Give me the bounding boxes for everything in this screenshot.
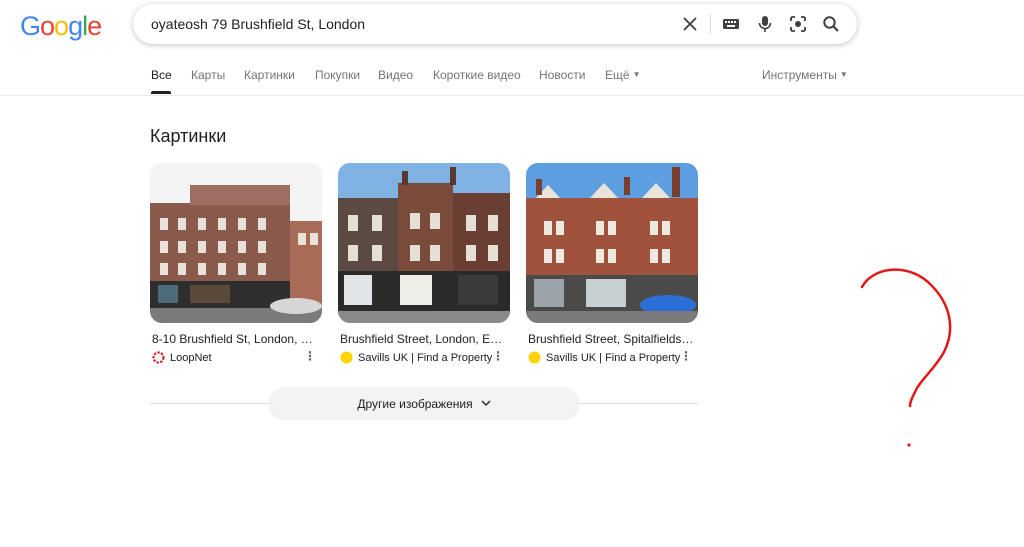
source-name: Savills UK | Find a Property [358, 351, 493, 364]
question-mark-annotation [860, 268, 952, 447]
tab-videos[interactable]: Видео [378, 68, 413, 82]
logo-letter: G [20, 11, 41, 41]
image-thumbnail[interactable] [150, 163, 322, 323]
logo-letter: g [68, 11, 83, 41]
tab-more-label: Ещё [605, 68, 630, 82]
image-thumbnail[interactable] [338, 163, 510, 323]
lens-icon[interactable] [788, 14, 808, 34]
more-images-button[interactable]: Другие изображения [268, 387, 580, 420]
keyboard-icon[interactable] [721, 14, 741, 34]
savills-icon [340, 351, 353, 364]
source-name: Savills UK | Find a Property [546, 351, 681, 364]
savills-icon [528, 351, 541, 364]
search-icon[interactable] [821, 14, 841, 34]
chevron-down-icon [481, 400, 491, 407]
image-card-source[interactable]: LoopNet ⋮ [150, 350, 322, 364]
tab-more[interactable]: Ещё ▼ [605, 68, 640, 82]
loopnet-icon [152, 351, 165, 364]
image-thumbnail[interactable] [526, 163, 698, 323]
microphone-icon[interactable] [755, 14, 775, 34]
tab-all[interactable]: Все [151, 68, 172, 82]
more-options-icon[interactable]: ⋮ [680, 350, 692, 362]
tab-maps[interactable]: Карты [191, 68, 225, 82]
logo-letter: o [40, 11, 55, 41]
image-card[interactable]: 8-10 Brushfield St, London, E... LoopNet… [150, 163, 322, 364]
more-images-label: Другие изображения [357, 396, 473, 411]
image-card-source[interactable]: Savills UK | Find a Property ⋮ [526, 350, 698, 364]
search-input[interactable]: oyateosh 79 Brushfield St, London [151, 16, 365, 32]
more-options-icon[interactable]: ⋮ [304, 350, 316, 362]
image-card-source[interactable]: Savills UK | Find a Property ⋮ [338, 350, 510, 364]
more-options-icon[interactable]: ⋮ [492, 350, 504, 362]
images-section-title: Картинки [150, 126, 227, 146]
search-box[interactable]: oyateosh 79 Brushfield St, London [133, 4, 857, 44]
image-card-title[interactable]: Brushfield Street, Spitalfields,... [526, 332, 694, 346]
source-name: LoopNet [170, 351, 212, 364]
image-card-title[interactable]: Brushfield Street, London, E1... [338, 332, 506, 346]
search-tabs: Все Карты Картинки Покупки Видео Коротки… [0, 62, 1024, 96]
image-card-title[interactable]: 8-10 Brushfield St, London, E... [150, 332, 318, 346]
tools-button[interactable]: Инструменты ▼ [762, 68, 848, 82]
logo-letter: o [54, 11, 69, 41]
google-logo[interactable]: Google [20, 11, 102, 41]
tab-news[interactable]: Новости [539, 68, 585, 82]
active-tab-indicator [151, 91, 171, 94]
image-card[interactable]: Brushfield Street, London, E1... Savills… [338, 163, 510, 364]
search-divider [710, 14, 711, 34]
tools-label: Инструменты [762, 68, 837, 82]
image-card[interactable]: Brushfield Street, Spitalfields,... Savi… [526, 163, 698, 364]
logo-letter: e [87, 11, 102, 41]
tab-shopping[interactable]: Покупки [315, 68, 360, 82]
close-icon[interactable] [680, 14, 700, 34]
tab-short-videos[interactable]: Короткие видео [433, 68, 521, 82]
caret-down-icon: ▼ [839, 70, 848, 79]
caret-down-icon: ▼ [632, 70, 641, 79]
tab-images[interactable]: Картинки [244, 68, 295, 82]
